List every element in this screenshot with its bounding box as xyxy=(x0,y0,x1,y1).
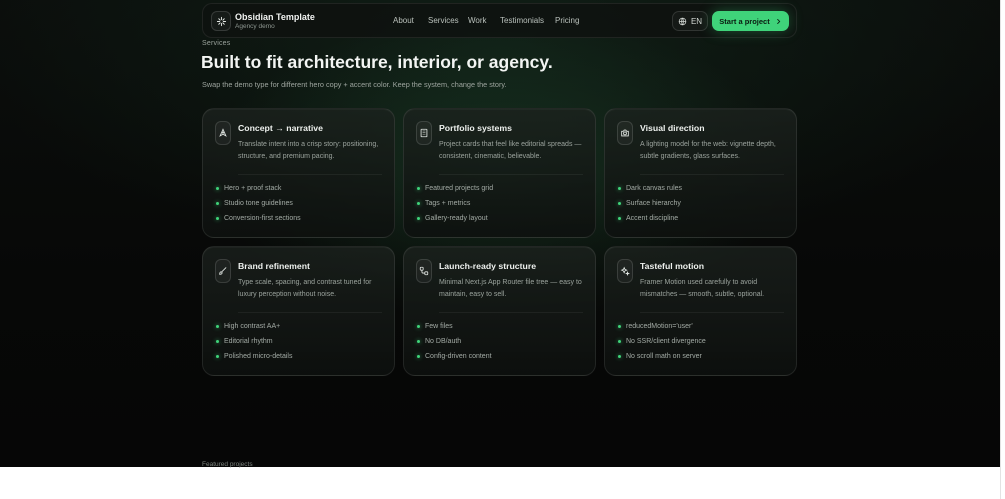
list-item: No SSR/client divergence xyxy=(618,337,706,352)
nav-testimonials[interactable]: Testimonials xyxy=(500,16,544,25)
cta-label: Start a project xyxy=(719,16,770,26)
card-title: Portfolio systems xyxy=(439,123,512,133)
card-divider xyxy=(238,312,382,313)
scrollbar-track[interactable] xyxy=(1000,0,1005,499)
card-bullet-list: Featured projects grid Tags + metrics Ga… xyxy=(417,184,493,229)
below-fold-area xyxy=(0,467,1000,499)
card-divider xyxy=(439,174,583,175)
card-bullet-list: High contrast AA+ Editorial rhythm Polis… xyxy=(216,322,292,367)
list-item: Config-driven content xyxy=(417,352,492,367)
sparkles-icon xyxy=(617,259,633,283)
section-headline: Built to fit architecture, interior, or … xyxy=(201,52,553,72)
card-title: Concept → narrative xyxy=(238,123,323,133)
list-item: Few files xyxy=(417,322,492,337)
brand-title[interactable]: Obsidian Template xyxy=(235,12,315,22)
section-eyebrow: Services xyxy=(202,40,231,47)
list-item: Polished micro-details xyxy=(216,352,292,367)
building-icon xyxy=(416,121,432,145)
chevron-right-icon xyxy=(775,18,782,25)
card-title: Tasteful motion xyxy=(640,261,705,271)
page-viewport: Obsidian Template Agency demo About Serv… xyxy=(0,0,1000,467)
card-description: A lighting model for the web: vignette d… xyxy=(640,141,776,160)
list-item: Featured projects grid xyxy=(417,184,493,199)
card-bullet-list: reducedMotion='user' No SSR/client diver… xyxy=(618,322,706,367)
card-description: Translate intent into a crisp story: pos… xyxy=(238,141,379,160)
card-description: Type scale, spacing, and contrast tuned … xyxy=(238,279,372,298)
card-divider xyxy=(640,174,784,175)
list-item: Hero + proof stack xyxy=(216,184,301,199)
section-subline: Swap the demo type for different hero co… xyxy=(202,80,507,89)
card-divider xyxy=(640,312,784,313)
brand-subtitle: Agency demo xyxy=(235,23,275,30)
list-item: No DB/auth xyxy=(417,337,492,352)
list-item: Conversion-first sections xyxy=(216,214,301,229)
card-description: Framer Motion used carefully to avoid mi… xyxy=(640,279,765,298)
card-bullet-list: Dark canvas rules Surface hierarchy Acce… xyxy=(618,184,682,229)
language-label: EN xyxy=(690,16,703,26)
list-item: No scroll math on server xyxy=(618,352,706,367)
service-card-visual: Visual direction A lighting model for th… xyxy=(604,108,797,238)
list-item: reducedMotion='user' xyxy=(618,322,706,337)
list-item: Accent discipline xyxy=(618,214,682,229)
card-description: Minimal Next.js App Router file tree — e… xyxy=(439,279,582,298)
card-title: Launch-ready structure xyxy=(439,261,537,271)
card-divider xyxy=(238,174,382,175)
service-card-launch: Launch-ready structure Minimal Next.js A… xyxy=(403,246,596,376)
site-header: Obsidian Template Agency demo About Serv… xyxy=(202,3,797,38)
card-divider xyxy=(439,312,583,313)
list-item: Tags + metrics xyxy=(417,199,493,214)
nav-about[interactable]: About xyxy=(393,16,414,25)
list-item: Gallery-ready layout xyxy=(417,214,493,229)
service-card-brand: Brand refinement Type scale, spacing, an… xyxy=(202,246,395,376)
card-bullet-list: Hero + proof stack Studio tone guideline… xyxy=(216,184,301,229)
list-item: Surface hierarchy xyxy=(618,199,682,214)
camera-icon xyxy=(617,121,633,145)
card-bullet-list: Few files No DB/auth Config-driven conte… xyxy=(417,322,492,367)
service-card-motion: Tasteful motion Framer Motion used caref… xyxy=(604,246,797,376)
card-description: Project cards that feel like editorial s… xyxy=(439,141,582,160)
nav-pricing[interactable]: Pricing xyxy=(555,16,579,25)
nav-work[interactable]: Work xyxy=(468,16,487,25)
service-card-portfolio: Portfolio systems Project cards that fee… xyxy=(403,108,596,238)
brush-icon xyxy=(215,259,231,283)
list-item: High contrast AA+ xyxy=(216,322,292,337)
featured-projects-eyebrow: Featured projects xyxy=(202,461,253,468)
list-item: Studio tone guidelines xyxy=(216,199,301,214)
list-item: Editorial rhythm xyxy=(216,337,292,352)
list-item: Dark canvas rules xyxy=(618,184,682,199)
workflow-icon xyxy=(416,259,432,283)
card-title: Visual direction xyxy=(640,123,705,133)
language-switcher[interactable]: EN xyxy=(672,11,708,31)
globe-icon xyxy=(678,17,687,26)
pen-tool-icon xyxy=(215,121,231,145)
card-title: Brand refinement xyxy=(238,261,310,271)
sparkle-icon[interactable] xyxy=(211,11,231,31)
nav-services[interactable]: Services xyxy=(428,16,459,25)
service-card-concept: Concept → narrative Translate intent int… xyxy=(202,108,395,238)
start-project-button[interactable]: Start a project xyxy=(712,11,789,31)
